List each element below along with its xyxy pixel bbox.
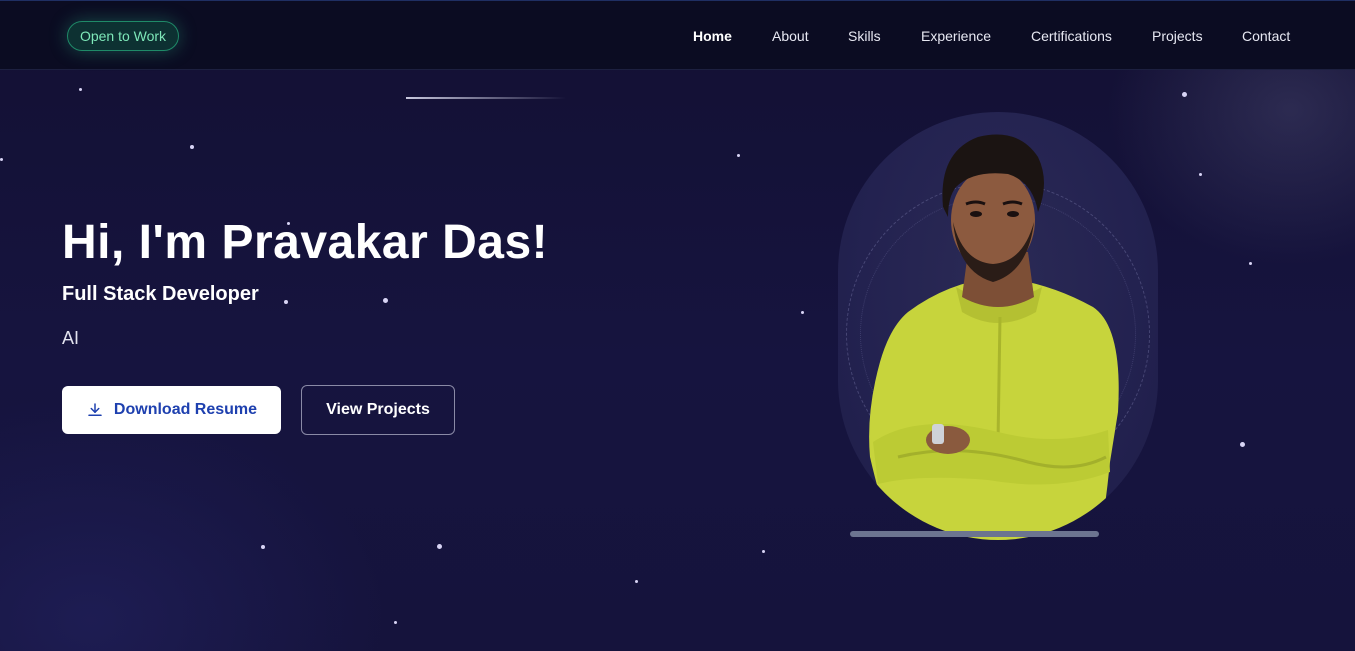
download-icon bbox=[86, 401, 104, 419]
top-navbar: Open to Work Home About Skills Experienc… bbox=[0, 0, 1355, 70]
hero-title: Hi, I'm Pravakar Das! bbox=[62, 216, 549, 269]
nav-link-projects[interactable]: Projects bbox=[1152, 28, 1203, 44]
shooting-star bbox=[406, 97, 566, 99]
nav-link-skills[interactable]: Skills bbox=[848, 28, 881, 44]
nav-link-contact[interactable]: Contact bbox=[1242, 28, 1290, 44]
profile-photo bbox=[869, 134, 1119, 540]
view-projects-button[interactable]: View Projects bbox=[301, 385, 455, 435]
nav-link-experience[interactable]: Experience bbox=[921, 28, 991, 44]
profile-photo-frame bbox=[838, 112, 1158, 540]
open-to-work-badge: Open to Work bbox=[67, 21, 179, 51]
nav-link-certifications[interactable]: Certifications bbox=[1031, 28, 1112, 44]
hero-subtitle: Full Stack Developer bbox=[62, 283, 259, 305]
download-resume-button[interactable]: Download Resume bbox=[62, 386, 281, 434]
photo-base-bar bbox=[850, 531, 1099, 537]
typed-role-text: AI bbox=[62, 328, 80, 348]
nav-link-home[interactable]: Home bbox=[693, 28, 732, 44]
download-resume-label: Download Resume bbox=[113, 401, 258, 418]
nav-link-about[interactable]: About bbox=[772, 28, 809, 44]
